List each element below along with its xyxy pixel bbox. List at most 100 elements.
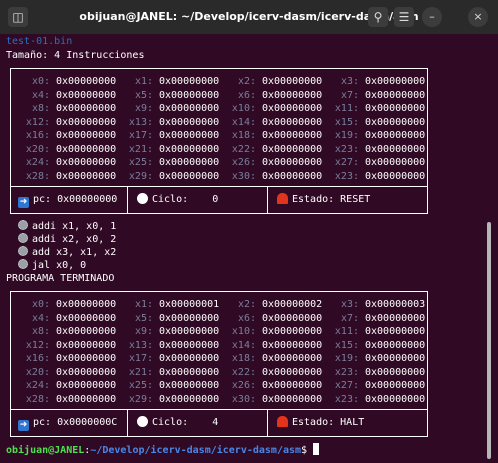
register-value: 0x00000000 [159, 380, 220, 391]
register-value: 0x00000000 [56, 76, 117, 87]
register-value: 0x00000000 [365, 143, 426, 155]
close-button[interactable]: × [468, 7, 488, 27]
minimize-button[interactable]: – [422, 7, 442, 27]
register-value: 0x00000000 [56, 116, 117, 128]
register-cell: x8: 0x00000000 [20, 325, 116, 338]
register-cell: x15: 0x00000000 [329, 116, 425, 129]
register-value: 0x00000000 [56, 380, 117, 391]
register-cell: x17: 0x00000000 [123, 129, 219, 142]
register-value: 0x00000000 [56, 103, 117, 114]
register-cell: x27: 0x00000000 [329, 379, 425, 392]
register-cell: x12: 0x00000000 [20, 339, 116, 352]
register-value: 0x00000000 [159, 76, 220, 87]
register-value: 0x00000000 [56, 353, 117, 364]
register-cell: x7: 0x00000000 [329, 312, 425, 325]
terminal-area[interactable]: test-01.bin Tamaño: 4 Instrucciones x0: 0… [0, 34, 484, 463]
register-cell: x28: 0x00000000 [20, 393, 116, 406]
register-cell: x13: 0x00000000 [123, 339, 219, 352]
menu-button[interactable]: ☰ [394, 7, 414, 27]
register-cell: x2: 0x00000002 [226, 298, 322, 311]
search-button[interactable]: ⚲ [368, 7, 388, 27]
register-cell: x25: 0x00000000 [123, 379, 219, 392]
right-arrow-icon: ➜ [18, 420, 29, 431]
register-name: x15: [334, 116, 359, 128]
state-status: Estado: RESET [277, 193, 370, 206]
register-value: 0x00000000 [159, 89, 220, 101]
register-name: x5: [134, 312, 153, 324]
register-name: x8: [31, 326, 50, 337]
register-value: 0x00000000 [56, 299, 117, 310]
cycle-status: Ciclo: 4 [137, 416, 218, 429]
register-value: 0x00000000 [262, 170, 323, 182]
shell-prompt[interactable]: obijuan@JANEL:~/Develop/icerv-dasm/icerv… [6, 443, 320, 457]
size-line: Tamaño: 4 Instrucciones [6, 50, 145, 61]
register-name: x11: [334, 326, 359, 337]
register-value: 0x00000000 [262, 326, 323, 337]
register-cell: x24: 0x00000000 [20, 156, 116, 169]
register-name: x16: [25, 353, 50, 364]
stopwatch-icon [137, 416, 148, 427]
register-name: x22: [231, 143, 256, 155]
register-value: 0x00000000 [56, 393, 117, 405]
instruction-text: addi x2, x0, 2 [32, 234, 117, 245]
register-value: 0x00000000 [365, 170, 426, 182]
register-cell: x20: 0x00000000 [20, 366, 116, 379]
register-cell: x14: 0x00000000 [226, 116, 322, 129]
panel-column-divider [267, 186, 268, 214]
gear-icon [18, 233, 28, 243]
register-value: 0x00000000 [262, 143, 323, 155]
register-cell: x1: 0x00000000 [123, 75, 219, 88]
register-value: 0x00000000 [262, 157, 323, 168]
register-cell: x13: 0x00000000 [123, 116, 219, 129]
register-name: x21: [128, 143, 153, 155]
instruction-line: addi x1, x0, 1 [18, 220, 116, 233]
register-cell: x10: 0x00000000 [226, 325, 322, 338]
register-cell: x24: 0x00000000 [20, 379, 116, 392]
register-value: 0x00000000 [262, 116, 323, 128]
scrollbar[interactable] [487, 222, 491, 459]
register-value: 0x00000000 [262, 130, 323, 141]
register-cell: x5: 0x00000000 [123, 312, 219, 325]
pc-status: ➜ pc: 0x0000000C [18, 416, 117, 431]
register-value: 0x00000000 [365, 339, 426, 351]
register-cell: x19: 0x00000000 [329, 352, 425, 365]
register-cell: x30: 0x00000000 [226, 393, 322, 406]
register-name: x20: [25, 366, 50, 378]
register-name: x29: [128, 393, 153, 405]
register-name: x14: [231, 116, 256, 128]
register-name: x1: [134, 299, 153, 310]
register-name: x0: [31, 299, 50, 310]
pc-value: pc: 0x00000000 [33, 194, 118, 205]
panel-divider [11, 186, 427, 187]
register-cell: x7: 0x00000000 [329, 89, 425, 102]
register-name: x2: [237, 299, 256, 310]
register-panel-halt: x0: 0x00000000 x1: 0x00000001 x2: 0x00000002 x… [10, 291, 428, 437]
register-name: x28: [25, 170, 50, 182]
instruction-line: jal x0, 0 [18, 259, 86, 272]
panel-divider [11, 409, 427, 410]
register-cell: x21: 0x00000000 [123, 366, 219, 379]
register-cell: x5: 0x00000000 [123, 89, 219, 102]
right-arrow-icon: ➜ [18, 197, 29, 208]
pc-value: pc: 0x0000000C [33, 417, 118, 428]
register-name: x27: [334, 157, 359, 168]
register-name: x23: [334, 143, 359, 155]
register-name: x6: [237, 312, 256, 324]
register-value: 0x00000000 [159, 103, 220, 114]
register-name: x23: [334, 393, 359, 405]
siren-icon [277, 416, 288, 427]
register-name: x20: [25, 143, 50, 155]
instruction-line: add x3, x1, x2 [18, 246, 116, 259]
register-value: 0x00000000 [56, 339, 117, 351]
register-value: 0x00000000 [159, 339, 220, 351]
stopwatch-icon [137, 193, 148, 204]
register-name: x9: [134, 103, 153, 114]
register-value: 0x00000000 [56, 170, 117, 182]
register-name: x24: [25, 157, 50, 168]
register-value: 0x00000000 [262, 312, 323, 324]
state-value: Estado: HALT [292, 417, 365, 428]
register-name: x7: [340, 312, 359, 324]
gear-icon [18, 259, 28, 269]
hamburger-menu-icon: ☰ [398, 10, 410, 24]
register-value: 0x00000000 [262, 366, 323, 378]
